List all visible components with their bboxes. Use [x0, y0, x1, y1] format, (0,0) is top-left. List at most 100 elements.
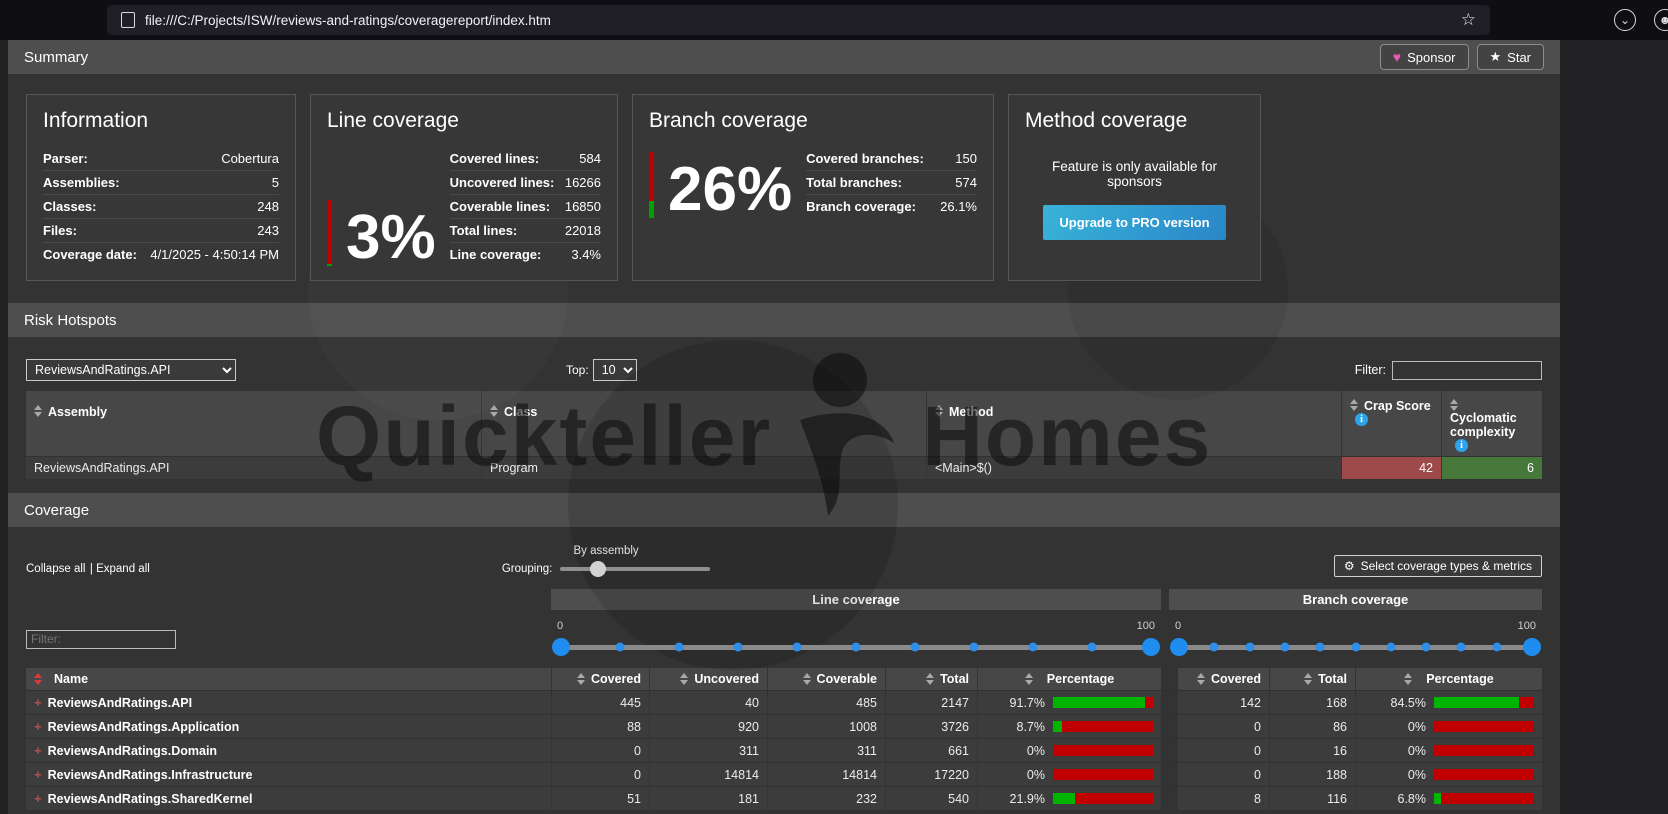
branch-total-cell: 116 [1269, 787, 1355, 810]
assembly-filter-select[interactable]: ReviewsAndRatings.API [26, 359, 236, 381]
coverage-filter-input[interactable] [26, 630, 176, 649]
line-percentage-value: 0% [1027, 744, 1045, 758]
coverage-col-covered[interactable]: Covered [551, 668, 649, 690]
coverage-row[interactable]: +ReviewsAndRatings.Infrastructure0148141… [26, 762, 1542, 786]
sort-icon [935, 405, 943, 417]
star-icon: ★ [1490, 49, 1502, 65]
risk-col-class[interactable]: Class [481, 391, 926, 456]
sponsor-button[interactable]: ♥ Sponsor [1380, 44, 1469, 70]
stat-value: 150 [955, 151, 977, 166]
stat-label: Files: [43, 223, 77, 238]
range-tick [1280, 643, 1289, 652]
range-tick [852, 643, 861, 652]
branch-coverage-range-slider[interactable] [1179, 634, 1532, 660]
coverage-report-page: Quickteller Homes Summary ♥ Sponsor ★ St… [8, 40, 1560, 814]
coverable-cell: 14814 [767, 763, 885, 786]
coverage-slider-row: 0 100 0 100 [26, 610, 1542, 668]
range-tick [1351, 643, 1360, 652]
stat-value: 22018 [565, 223, 601, 238]
risk-hotspot-row[interactable]: ReviewsAndRatings.APIProgram<Main>$()426 [26, 456, 1542, 479]
branch-total-cell: 168 [1269, 691, 1355, 714]
branch-col-covered[interactable]: Covered [1177, 668, 1269, 690]
grouping-slider-handle[interactable] [590, 561, 606, 577]
coverage-row[interactable]: +ReviewsAndRatings.SharedKernel511812325… [26, 786, 1542, 810]
percentage-bar [1434, 745, 1534, 756]
range-tick [1422, 643, 1431, 652]
branch-col-total[interactable]: Total [1269, 668, 1355, 690]
range-tick [1386, 643, 1395, 652]
line-coverage-big-percent: 3% [346, 210, 436, 266]
coverage-col-uncovered[interactable]: Uncovered [649, 668, 767, 690]
coverage-row[interactable]: +ReviewsAndRatings.API44540485214791.7%1… [26, 690, 1542, 714]
account-icon[interactable]: ☻ [1654, 9, 1668, 31]
stat-label: Total branches: [806, 175, 902, 190]
expand-plus-icon[interactable]: + [34, 695, 42, 710]
line-percentage-value: 8.7% [1017, 720, 1046, 734]
line-coverage-range-slider[interactable] [561, 634, 1151, 660]
expand-all-link[interactable]: Expand all [96, 563, 150, 575]
url-text[interactable]: file:///C:/Projects/ISW/reviews-and-rati… [145, 13, 1461, 28]
risk-col-method[interactable]: Method [926, 391, 1341, 456]
info-icon[interactable]: i [1455, 439, 1468, 452]
assembly-name: ReviewsAndRatings.API [48, 696, 192, 710]
stat-label: Uncovered lines: [450, 175, 555, 190]
coverage-col-coverable[interactable]: Coverable [767, 668, 885, 690]
select-metrics-button[interactable]: ⚙ Select coverage types & metrics [1334, 555, 1542, 577]
stat-label: Covered branches: [806, 151, 924, 166]
expand-plus-icon[interactable]: + [34, 719, 42, 734]
coverage-row[interactable]: +ReviewsAndRatings.Domain03113116610%016… [26, 738, 1542, 762]
risk-col-cyclomatic[interactable]: Cyclomatic complexity i [1441, 391, 1542, 456]
coverage-col-total[interactable]: Total [885, 668, 977, 690]
risk-filter-input[interactable] [1392, 361, 1542, 380]
summary-title: Summary [24, 49, 88, 66]
grouping-slider[interactable] [560, 561, 710, 577]
coverage-filter [26, 630, 551, 649]
line-coverage-mini-bar [327, 200, 332, 266]
star-button[interactable]: ★ Star [1477, 44, 1545, 70]
branch-col-percentage[interactable]: Percentage [1355, 668, 1542, 690]
range-handle[interactable] [1523, 638, 1541, 656]
 [1161, 763, 1177, 786]
branch-covered-cell: 0 [1177, 715, 1269, 738]
top-count-select[interactable]: 10 [593, 359, 637, 381]
stat-label: Classes: [43, 199, 96, 214]
risk-hotspots-controls: ReviewsAndRatings.API Top: 10 Filter: [8, 337, 1560, 391]
coverage-col-percentage[interactable]: Percentage [977, 668, 1161, 690]
range-tick [1088, 643, 1097, 652]
collapse-all-link[interactable]: Collapse all [26, 563, 85, 575]
summary-stat-row: Uncovered lines:16266 [450, 170, 601, 194]
branch-coverage-big-percent: 26% [668, 162, 792, 218]
summary-stat-row: Coverage date:4/1/2025 - 4:50:14 PM [43, 242, 279, 266]
percentage-bar [1053, 769, 1153, 780]
info-icon[interactable]: i [1355, 413, 1368, 426]
risk-col-crap-score[interactable]: Crap Score i [1341, 391, 1441, 456]
branch-coverage-group-header: Branch coverage [1169, 589, 1542, 610]
risk-col-assembly[interactable]: Assembly [26, 391, 481, 456]
range-handle[interactable] [1142, 638, 1160, 656]
branch-coverage-range: 0 100 [1169, 618, 1542, 660]
range-tick [911, 643, 920, 652]
information-table: Parser:CoberturaAssemblies:5Classes:248F… [43, 147, 279, 266]
 [1161, 739, 1177, 762]
range-handle[interactable] [1170, 638, 1188, 656]
upgrade-pro-button[interactable]: Upgrade to PRO version [1043, 205, 1225, 240]
coverage-col-name[interactable]: Name [26, 668, 551, 690]
sort-icon [803, 673, 811, 685]
expand-plus-icon[interactable]: + [34, 791, 42, 806]
uncovered-cell: 311 [649, 739, 767, 762]
pocket-icon[interactable]: ⌄ [1614, 9, 1636, 31]
branch-percentage-value: 6.8% [1398, 792, 1427, 806]
range-tick [1457, 643, 1466, 652]
expand-plus-icon[interactable]: + [34, 743, 42, 758]
range-handle[interactable] [552, 638, 570, 656]
stat-value: 16850 [565, 199, 601, 214]
coverage-title: Coverage [24, 502, 89, 519]
covered-cell: 88 [551, 715, 649, 738]
information-card: Information Parser:CoberturaAssemblies:5… [26, 94, 296, 281]
bookmark-star-icon[interactable]: ☆ [1461, 10, 1476, 30]
coverage-row[interactable]: +ReviewsAndRatings.Application8892010083… [26, 714, 1542, 738]
expand-plus-icon[interactable]: + [34, 767, 42, 782]
address-bar[interactable]: file:///C:/Projects/ISW/reviews-and-rati… [107, 5, 1490, 35]
line-percentage-value: 91.7% [1010, 696, 1045, 710]
stat-value: 5 [272, 175, 279, 190]
